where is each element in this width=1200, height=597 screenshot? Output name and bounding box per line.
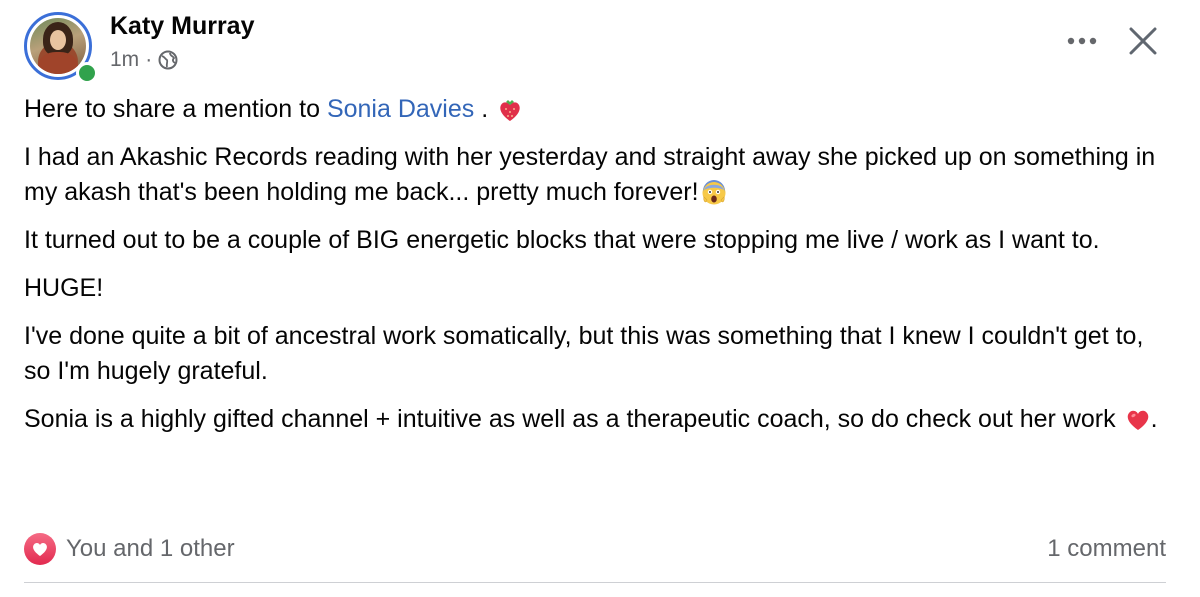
post-footer: You and 1 other 1 comment [24,528,1166,570]
more-options-button[interactable] [1060,24,1104,58]
close-icon [1129,27,1157,55]
post-paragraph-5: I've done quite a bit of ancestral work … [24,322,1144,385]
globe-icon[interactable] [158,50,178,70]
reactions-summary[interactable]: You and 1 other [24,533,235,565]
comments-count[interactable]: 1 comment [1047,535,1166,563]
close-button[interactable] [1122,20,1164,62]
author-avatar[interactable] [24,12,98,86]
facebook-post: Katy Murray 1m · Here to share a mention… [0,0,1200,597]
post-paragraph-3: It turned out to be a couple of BIG ener… [24,226,1100,254]
post-paragraph-1: Here to share a mention to Sonia Davies … [24,92,1174,127]
post-body: Here to share a mention to Sonia Davies … [24,92,1174,450]
post-paragraph-4: HUGE! [24,274,104,302]
face-screaming-emoji [701,180,727,206]
author-name[interactable]: Katy Murray [110,12,255,41]
post-header: Katy Murray 1m · [24,10,1176,86]
meta-separator: · [145,48,153,71]
post-paragraph-2: I had an Akashic Records reading with he… [24,143,1156,206]
red-heart-emoji [1125,407,1151,433]
post-paragraph-6: Sonia is a highly gifted channel + intui… [24,405,1158,433]
love-reaction-icon [24,533,56,565]
more-options-icon [1067,37,1097,45]
footer-divider [24,582,1166,583]
post-meta: 1m · [110,48,178,72]
mention-link[interactable]: Sonia Davies [327,95,474,123]
post-timestamp[interactable]: 1m [110,48,139,72]
online-status-indicator [76,62,98,84]
strawberry-heart-emoji [497,97,523,123]
reactions-label: You and 1 other [66,535,235,562]
